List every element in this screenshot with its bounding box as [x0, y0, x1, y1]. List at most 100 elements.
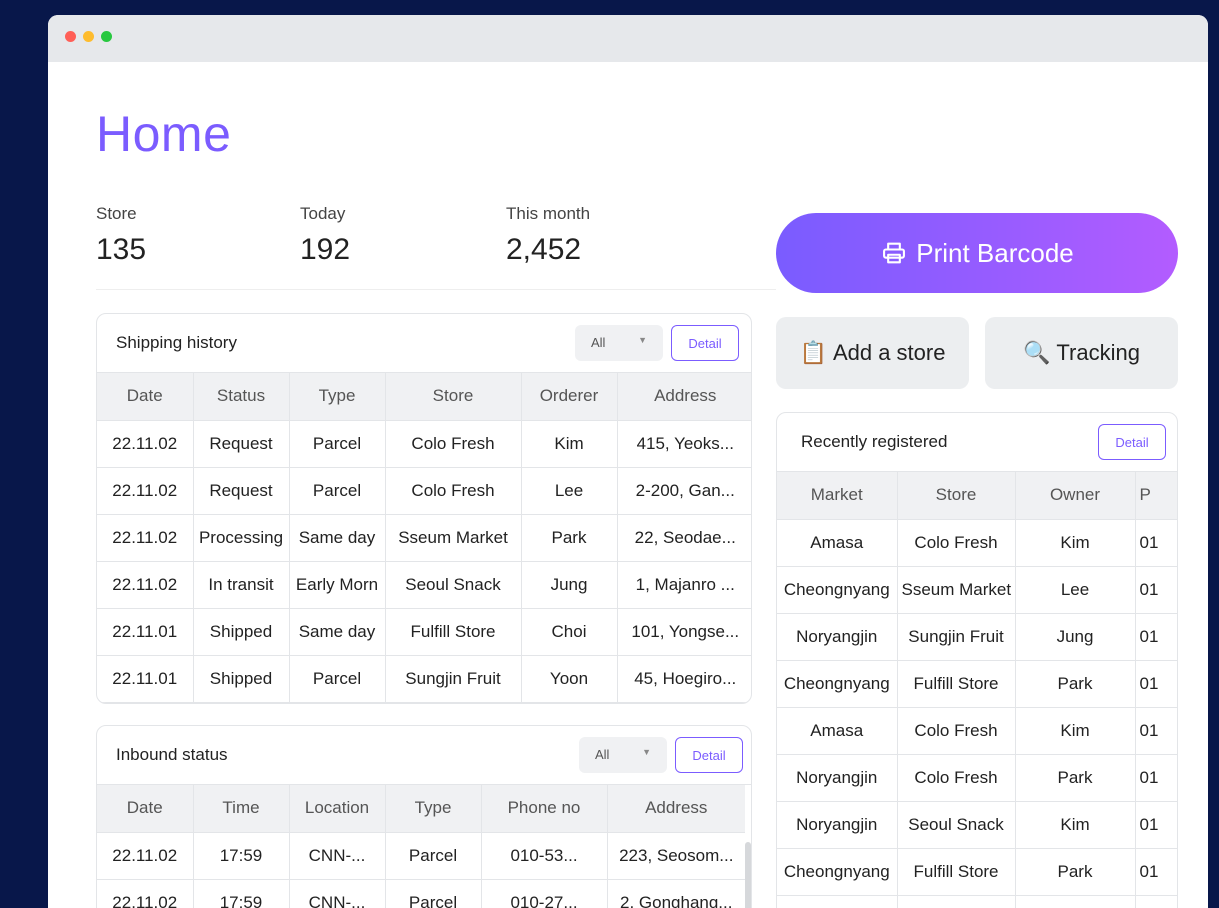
table-cell: 01 [1135, 566, 1177, 614]
column-header[interactable]: Type [289, 373, 386, 421]
table-cell: Same day [289, 514, 386, 562]
table-row[interactable]: 22.11.02 In transit Early Morn Seoul Sna… [97, 561, 751, 609]
app-window: Home Store 135 Today 192 This month 2,45… [48, 15, 1208, 908]
column-header[interactable]: Phone no [481, 785, 608, 833]
table-cell [777, 895, 898, 908]
table-row[interactable]: 22.11.02 Request Parcel Colo Fresh Lee 2… [97, 467, 751, 515]
table-row[interactable]: Cheongnyang Sseum Market Lee 01 [777, 566, 1177, 614]
table-cell [897, 895, 1016, 908]
close-window-dot[interactable] [65, 31, 76, 42]
table-cell: Sseum Market [385, 514, 522, 562]
maximize-window-dot[interactable] [101, 31, 112, 42]
table-cell: Noryangjin [777, 801, 898, 849]
column-header[interactable]: Orderer [521, 373, 618, 421]
column-header[interactable]: Type [385, 785, 482, 833]
table-cell: Noryangjin [777, 754, 898, 802]
inbound-filter-select[interactable]: All ▼ [579, 737, 667, 773]
column-header[interactable]: Date [97, 785, 194, 833]
shipping-table: Date Status Type Store Orderer Address 2… [97, 373, 751, 703]
column-header[interactable]: Address [617, 373, 751, 421]
table-row[interactable] [777, 895, 1177, 908]
shipping-detail-button[interactable]: Detail [671, 325, 739, 361]
table-cell [1015, 895, 1136, 908]
table-row[interactable]: 22.11.02 17:59 CNN-... Parcel 010-27... … [97, 879, 745, 908]
minimize-window-dot[interactable] [83, 31, 94, 42]
table-cell: Jung [1015, 613, 1136, 661]
table-header-row: Date Status Type Store Orderer Address [97, 373, 751, 421]
magnifier-icon: 🔍 [1023, 340, 1051, 365]
table-cell: 223, Seosom... [607, 832, 745, 880]
page-title: Home [96, 106, 232, 162]
table-cell: 22.11.02 [97, 514, 194, 562]
table-cell: 2-200, Gan... [617, 467, 751, 515]
table-row[interactable]: Amasa Colo Fresh Kim 01 [777, 519, 1177, 567]
table-cell: Cheongnyang [777, 848, 898, 896]
table-cell: In transit [193, 561, 290, 609]
table-row[interactable]: 22.11.02 17:59 CNN-... Parcel 010-53... … [97, 832, 745, 880]
stat-label: Store [96, 204, 137, 223]
card-header: Inbound status All ▼ Detail [97, 726, 751, 785]
print-barcode-button[interactable]: Print Barcode [776, 213, 1178, 293]
table-cell: 01 [1135, 707, 1177, 755]
print-barcode-label: Print Barcode [916, 237, 1074, 268]
column-header[interactable]: Address [607, 785, 745, 833]
table-row[interactable]: Noryangjin Sungjin Fruit Jung 01 [777, 613, 1177, 661]
table-cell: 010-53... [481, 832, 608, 880]
table-cell: Colo Fresh [897, 519, 1016, 567]
table-row[interactable]: Noryangjin Seoul Snack Kim 01 [777, 801, 1177, 849]
table-row[interactable]: Cheongnyang Fulfill Store Park 01 [777, 848, 1177, 896]
stat-today: Today 192 [300, 204, 350, 267]
tracking-button[interactable]: 🔍 Tracking [985, 317, 1178, 389]
table-cell: CNN-... [289, 832, 386, 880]
tracking-label: Tracking [1056, 340, 1140, 365]
table-cell: Kim [1015, 801, 1136, 849]
table-cell: Parcel [289, 655, 386, 703]
title-bar [48, 15, 1208, 62]
table-cell: Colo Fresh [897, 707, 1016, 755]
table-cell: 22.11.02 [97, 467, 194, 515]
card-header: Shipping history All ▼ Detail [97, 314, 751, 373]
column-header[interactable]: Location [289, 785, 386, 833]
stat-this-month: This month 2,452 [506, 204, 590, 267]
table-row[interactable]: 22.11.01 Shipped Same day Fulfill Store … [97, 608, 751, 656]
shipping-filter-select[interactable]: All ▼ [575, 325, 663, 361]
column-header[interactable]: Store [897, 472, 1016, 520]
table-row[interactable]: Cheongnyang Fulfill Store Park 01 [777, 660, 1177, 708]
table-cell: 01 [1135, 519, 1177, 567]
table-cell: Request [193, 420, 290, 468]
column-header[interactable]: Time [193, 785, 290, 833]
recently-registered-card: Recently registered Detail Market Store … [776, 412, 1178, 908]
table-cell: 17:59 [193, 832, 290, 880]
card-title: Shipping history [116, 333, 237, 352]
caret-down-icon: ▼ [642, 747, 651, 757]
table-cell: Fulfill Store [897, 848, 1016, 896]
printer-icon [883, 242, 906, 264]
add-store-button[interactable]: 📋 Add a store [776, 317, 969, 389]
table-cell: 22.11.02 [97, 832, 194, 880]
table-row[interactable]: 22.11.02 Request Parcel Colo Fresh Kim 4… [97, 420, 751, 468]
table-cell: 01 [1135, 660, 1177, 708]
table-cell: Fulfill Store [897, 660, 1016, 708]
table-row[interactable]: 22.11.01 Shipped Parcel Sungjin Fruit Yo… [97, 655, 751, 703]
column-header[interactable]: Status [193, 373, 290, 421]
column-header[interactable]: P [1135, 472, 1177, 520]
column-header[interactable]: Store [385, 373, 522, 421]
table-cell: Amasa [777, 707, 898, 755]
inbound-detail-button[interactable]: Detail [675, 737, 743, 773]
column-header[interactable]: Owner [1015, 472, 1136, 520]
table-cell: Sungjin Fruit [385, 655, 522, 703]
recent-detail-button[interactable]: Detail [1098, 424, 1166, 460]
inbound-scrollbar[interactable] [745, 842, 751, 908]
table-row[interactable]: Noryangjin Colo Fresh Park 01 [777, 754, 1177, 802]
table-cell: 22.11.02 [97, 879, 194, 908]
table-cell: 22.11.02 [97, 420, 194, 468]
table-cell: 22.11.01 [97, 655, 194, 703]
inbound-status-card: Inbound status All ▼ Detail Date Time Lo… [96, 725, 752, 908]
column-header[interactable]: Date [97, 373, 194, 421]
table-cell: Parcel [289, 420, 386, 468]
column-header[interactable]: Market [777, 472, 898, 520]
table-row[interactable]: Amasa Colo Fresh Kim 01 [777, 707, 1177, 755]
table-cell: Parcel [385, 832, 482, 880]
select-value: All [595, 747, 610, 762]
table-row[interactable]: 22.11.02 Processing Same day Sseum Marke… [97, 514, 751, 562]
